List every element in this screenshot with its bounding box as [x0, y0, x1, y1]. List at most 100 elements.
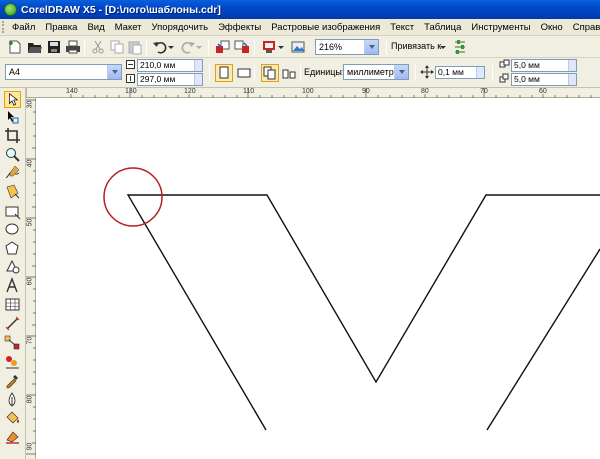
page-width-field[interactable]: 210,0 мм — [137, 59, 203, 72]
text-tool-icon[interactable] — [4, 277, 21, 294]
menu-bitmaps[interactable]: Растровые изображения — [266, 20, 385, 35]
options-icon[interactable] — [452, 39, 468, 55]
menu-tools[interactable]: Инструменты — [466, 20, 535, 35]
page-width-icon — [126, 60, 135, 69]
zoom-level-value: 216% — [319, 42, 343, 52]
drawing-canvas[interactable] — [37, 99, 600, 459]
snap-dropdown-icon[interactable] — [439, 39, 447, 55]
horizontal-ruler[interactable]: 140 130 120 110 100 90 80 70 60 — [26, 88, 600, 98]
eyedropper-tool-icon[interactable] — [4, 372, 21, 389]
menu-edit[interactable]: Правка — [40, 20, 82, 35]
ellipse-tool-icon[interactable] — [4, 221, 21, 238]
undo-icon[interactable] — [152, 39, 168, 55]
undo-dropdown-icon[interactable] — [167, 39, 175, 55]
blend-tool-icon[interactable] — [4, 353, 21, 370]
page-height-icon — [126, 74, 135, 83]
property-bar: A4 210,0 мм 297,0 мм Единицы: миллиметры… — [0, 58, 600, 88]
chevron-down-icon[interactable] — [394, 65, 408, 79]
chevron-down-icon[interactable] — [364, 40, 378, 54]
cut-icon[interactable] — [90, 39, 106, 55]
menu-window[interactable]: Окно — [536, 20, 568, 35]
zoom-tool-icon[interactable] — [4, 146, 21, 163]
nudge-icon — [420, 65, 434, 79]
menu-layout[interactable]: Макет — [110, 20, 147, 35]
portrait-icon[interactable] — [215, 64, 233, 82]
toolbar-separator — [208, 39, 209, 55]
ruler-h-label: 90 — [362, 88, 370, 95]
launcher-dropdown-icon[interactable] — [277, 39, 285, 55]
toolbox — [0, 88, 26, 459]
ruler-h-label: 140 — [66, 88, 78, 95]
duplicate-x-spinner[interactable] — [568, 60, 576, 71]
toolbar-separator — [209, 65, 210, 81]
pick-tool-icon[interactable] — [4, 91, 21, 108]
fill-tool-icon[interactable] — [4, 409, 21, 426]
redo-icon[interactable] — [180, 39, 196, 55]
duplicate-y-value: 5,0 мм — [514, 74, 540, 84]
redo-dropdown-icon[interactable] — [195, 39, 203, 55]
nudge-distance-spinner[interactable] — [476, 67, 484, 78]
menu-help[interactable]: Справка — [568, 20, 600, 35]
polygon-tool-icon[interactable] — [4, 240, 21, 257]
toolbar-separator — [415, 65, 416, 81]
paste-icon[interactable] — [127, 39, 143, 55]
duplicate-y-field[interactable]: 5,0 мм — [511, 73, 577, 86]
zoom-levels-combo[interactable]: 216% — [315, 39, 379, 55]
toolbar-separator — [492, 65, 493, 81]
menu-text[interactable]: Текст — [385, 20, 419, 35]
all-pages-icon[interactable] — [261, 64, 279, 82]
connector-tool-icon[interactable] — [4, 334, 21, 351]
ruler-h-label: 100 — [302, 88, 314, 95]
rectangle-tool-icon[interactable] — [4, 203, 21, 220]
chevron-down-icon[interactable] — [107, 65, 121, 79]
toolbar-separator — [84, 39, 85, 55]
launcher-icon[interactable] — [261, 39, 277, 55]
crop-tool-icon[interactable] — [4, 127, 21, 144]
menu-table[interactable]: Таблица — [419, 20, 466, 35]
freehand-tool-icon[interactable] — [4, 164, 21, 181]
standard-toolbar: 216% Привязать к — [0, 36, 600, 58]
snap-to-button[interactable]: Привязать к — [391, 41, 441, 51]
page-height-field[interactable]: 297,0 мм — [137, 73, 203, 86]
dimension-tool-icon[interactable] — [4, 315, 21, 332]
export-icon[interactable] — [234, 39, 250, 55]
duplicate-y-spinner[interactable] — [568, 74, 576, 85]
new-icon[interactable] — [7, 39, 23, 55]
nudge-distance-field[interactable]: 0,1 мм — [435, 66, 485, 79]
letter-outline-path[interactable] — [486, 248, 600, 431]
print-icon[interactable] — [65, 39, 81, 55]
menu-file[interactable]: Файл — [7, 20, 40, 35]
open-icon[interactable] — [27, 39, 43, 55]
outline-tool-icon[interactable] — [4, 391, 21, 408]
landscape-icon[interactable] — [236, 65, 252, 81]
basic-shapes-icon[interactable] — [4, 258, 21, 275]
paper-size-combo[interactable]: A4 — [5, 64, 122, 80]
toolbar-separator — [254, 65, 255, 81]
duplicate-x-field[interactable]: 5,0 мм — [511, 59, 577, 72]
interactive-fill-icon[interactable] — [4, 428, 21, 445]
smart-fill-icon[interactable] — [4, 183, 21, 200]
toolbar-separator — [386, 39, 387, 55]
copy-icon[interactable] — [109, 39, 125, 55]
menu-view[interactable]: Вид — [82, 20, 109, 35]
save-icon[interactable] — [46, 39, 62, 55]
page-width-spinner[interactable] — [194, 60, 202, 71]
window-title: CorelDRAW X5 - [D:\лого\шаблоны.cdr] — [21, 3, 221, 16]
shape-tool-icon[interactable] — [4, 109, 21, 126]
import-icon[interactable] — [215, 39, 231, 55]
page-height-spinner[interactable] — [194, 74, 202, 85]
current-page-icon[interactable] — [281, 65, 297, 81]
vertical-ruler[interactable]: 30 40 50 60 70 80 90 — [26, 98, 36, 459]
menu-effects[interactable]: Эффекты — [213, 20, 266, 35]
duplicate-x-value: 5,0 мм — [514, 60, 540, 70]
letter-outline-path[interactable] — [126, 194, 600, 431]
welcome-icon[interactable] — [290, 39, 306, 55]
duplicate-y-icon — [499, 73, 509, 83]
units-combo[interactable]: миллиметры — [343, 64, 409, 80]
table-tool-icon[interactable] — [4, 296, 21, 313]
menu-grip[interactable] — [2, 21, 4, 33]
toolbar-separator — [254, 39, 255, 55]
menu-arrange[interactable]: Упорядочить — [147, 20, 214, 35]
coreldraw-app-icon[interactable] — [4, 3, 17, 16]
page-width-value: 210,0 мм — [140, 60, 176, 70]
